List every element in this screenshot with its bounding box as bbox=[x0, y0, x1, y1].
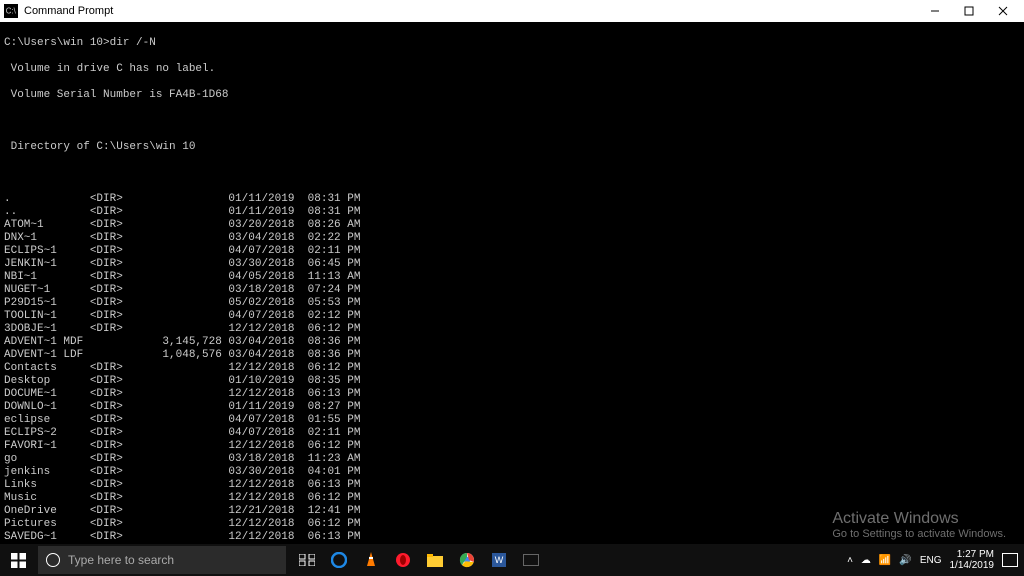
activation-watermark: Activate Windows Go to Settings to activ… bbox=[832, 510, 1006, 540]
blank-line bbox=[4, 115, 1020, 128]
volume-label: Volume in drive C has no label. bbox=[4, 63, 1020, 76]
search-placeholder: Type here to search bbox=[68, 553, 174, 567]
listing-row: 3DOBJE~1 <DIR> 12/12/2018 06:12 PM bbox=[4, 323, 1020, 336]
edge-icon[interactable] bbox=[324, 544, 354, 576]
vlc-icon[interactable] bbox=[356, 544, 386, 576]
listing-row: DOCUME~1 <DIR> 12/12/2018 06:13 PM bbox=[4, 388, 1020, 401]
close-button[interactable] bbox=[986, 0, 1020, 22]
file-explorer-icon[interactable] bbox=[420, 544, 450, 576]
word-icon[interactable]: W bbox=[484, 544, 514, 576]
listing-row: ECLIPS~1 <DIR> 04/07/2018 02:11 PM bbox=[4, 245, 1020, 258]
listing-row: ECLIPS~2 <DIR> 04/07/2018 02:11 PM bbox=[4, 427, 1020, 440]
taskbar-apps: W bbox=[292, 544, 546, 576]
chrome-icon[interactable] bbox=[452, 544, 482, 576]
listing-row: DNX~1 <DIR> 03/04/2018 02:22 PM bbox=[4, 232, 1020, 245]
listing-row: eclipse <DIR> 04/07/2018 01:55 PM bbox=[4, 414, 1020, 427]
listing-row: FAVORI~1 <DIR> 12/12/2018 06:12 PM bbox=[4, 440, 1020, 453]
listing-row: ATOM~1 <DIR> 03/20/2018 08:26 AM bbox=[4, 219, 1020, 232]
task-view-button[interactable] bbox=[292, 544, 322, 576]
blank-line bbox=[4, 167, 1020, 180]
listing-row: Desktop <DIR> 01/10/2019 08:35 PM bbox=[4, 375, 1020, 388]
clock-date: 1/14/2019 bbox=[950, 560, 995, 571]
svg-text:C:\: C:\ bbox=[6, 7, 17, 16]
taskbar-clock[interactable]: 1:27 PM 1/14/2019 bbox=[950, 549, 995, 571]
tray-chevron-icon[interactable]: ˄ bbox=[847, 555, 853, 566]
listing-row: Music <DIR> 12/12/2018 06:12 PM bbox=[4, 492, 1020, 505]
listing-row: jenkins <DIR> 03/30/2018 04:01 PM bbox=[4, 466, 1020, 479]
maximize-button[interactable] bbox=[952, 0, 986, 22]
listing-row: DOWNLO~1 <DIR> 01/11/2019 08:27 PM bbox=[4, 401, 1020, 414]
opera-icon[interactable] bbox=[388, 544, 418, 576]
titlebar: C:\ Command Prompt bbox=[0, 0, 1024, 22]
minimize-button[interactable] bbox=[918, 0, 952, 22]
window-title: Command Prompt bbox=[24, 5, 918, 17]
watermark-title: Activate Windows bbox=[832, 510, 1006, 528]
action-center-icon[interactable] bbox=[1002, 553, 1018, 567]
listing-row: NUGET~1 <DIR> 03/18/2018 07:24 PM bbox=[4, 284, 1020, 297]
listing-row: Links <DIR> 12/12/2018 06:13 PM bbox=[4, 479, 1020, 492]
search-box[interactable]: Type here to search bbox=[38, 546, 286, 574]
start-button[interactable] bbox=[0, 544, 36, 576]
tray-onedrive-icon[interactable]: ☁ bbox=[861, 555, 871, 566]
clock-time: 1:27 PM bbox=[950, 549, 995, 560]
cmd-app-icon: C:\ bbox=[4, 4, 18, 18]
listing-row: go <DIR> 03/18/2018 11:23 AM bbox=[4, 453, 1020, 466]
cortana-icon bbox=[46, 553, 60, 567]
tray-language[interactable]: ENG bbox=[920, 555, 942, 566]
cmd-taskbar-icon[interactable] bbox=[516, 544, 546, 576]
terminal-output[interactable]: C:\Users\win 10>dir /-N Volume in drive … bbox=[0, 22, 1024, 556]
directory-of: Directory of C:\Users\win 10 bbox=[4, 141, 1020, 154]
listing-row: JENKIN~1 <DIR> 03/30/2018 06:45 PM bbox=[4, 258, 1020, 271]
listing-row: ADVENT~1 MDF 3,145,728 03/04/2018 08:36 … bbox=[4, 336, 1020, 349]
listing-row: TOOLIN~1 <DIR> 04/07/2018 02:12 PM bbox=[4, 310, 1020, 323]
listing-row: ADVENT~1 LDF 1,048,576 03/04/2018 08:36 … bbox=[4, 349, 1020, 362]
listing-row: . <DIR> 01/11/2019 08:31 PM bbox=[4, 193, 1020, 206]
listing-row: .. <DIR> 01/11/2019 08:31 PM bbox=[4, 206, 1020, 219]
directory-listing: . <DIR> 01/11/2019 08:31 PM.. <DIR> 01/1… bbox=[4, 193, 1020, 556]
listing-row: P29D15~1 <DIR> 05/02/2018 05:53 PM bbox=[4, 297, 1020, 310]
listing-row: Contacts <DIR> 12/12/2018 06:12 PM bbox=[4, 362, 1020, 375]
taskbar: Type here to search W ˄ ☁ 📶 🔊 ENG 1:27 P… bbox=[0, 544, 1024, 576]
tray-network-icon[interactable]: 📶 bbox=[879, 555, 891, 566]
watermark-subtitle: Go to Settings to activate Windows. bbox=[832, 528, 1006, 540]
prompt-line: C:\Users\win 10>dir /-N bbox=[4, 37, 1020, 50]
listing-row: NBI~1 <DIR> 04/05/2018 11:13 AM bbox=[4, 271, 1020, 284]
system-tray: ˄ ☁ 📶 🔊 ENG 1:27 PM 1/14/2019 bbox=[847, 549, 1024, 571]
volume-serial: Volume Serial Number is FA4B-1D68 bbox=[4, 89, 1020, 102]
tray-volume-icon[interactable]: 🔊 bbox=[899, 555, 911, 566]
